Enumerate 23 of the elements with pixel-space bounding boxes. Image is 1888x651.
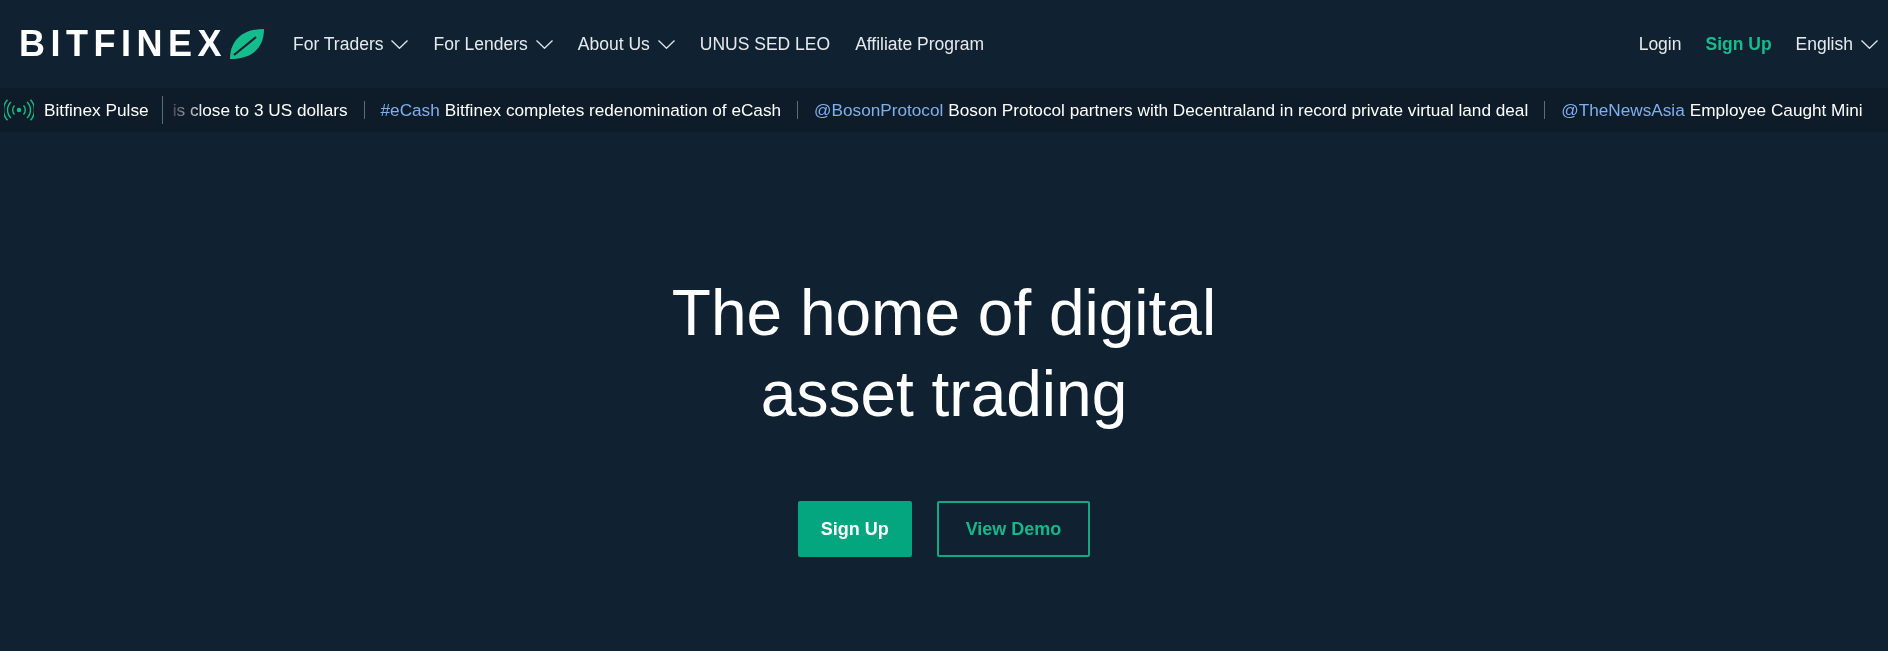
news-tag-link[interactable]: @TheNewsAsia bbox=[1561, 99, 1685, 121]
language-selector[interactable]: English bbox=[1795, 33, 1878, 55]
news-headline[interactable]: Employee Caught Mini bbox=[1689, 99, 1863, 121]
hero-title: asset trading bbox=[759, 357, 1129, 432]
hero-title: The home of digital bbox=[671, 276, 1217, 351]
logo-wordmark[interactable]: BITFINEX bbox=[19, 26, 227, 62]
login-link[interactable]: Login bbox=[1638, 33, 1682, 55]
news-headline[interactable]: Bitfinex completes redenomination of eCash bbox=[444, 99, 782, 121]
nav-link[interactable]: UNUS SED LEO bbox=[699, 33, 831, 55]
view-demo-button[interactable]: View Demo bbox=[936, 501, 1091, 557]
nav-link[interactable]: For Traders bbox=[293, 33, 409, 55]
ticker-title: Bitfinex Pulse bbox=[44, 99, 149, 121]
sign-up-link[interactable]: Sign Up bbox=[1705, 33, 1772, 55]
news-headline[interactable]: is close to 3 US dollars bbox=[172, 99, 348, 121]
leaf-icon bbox=[229, 28, 265, 60]
broadcast-signal-icon bbox=[4, 99, 34, 121]
news-tag-link[interactable]: #eCash bbox=[380, 99, 440, 121]
nav-link[interactable]: For Lenders bbox=[433, 33, 553, 55]
news-tag-link[interactable]: @BosonProtocol bbox=[814, 99, 944, 121]
nav-link[interactable]: About Us bbox=[577, 33, 675, 55]
chevron-down-icon bbox=[1861, 39, 1878, 49]
news-headline[interactable]: Boson Protocol partners with Decentraland in record private virtual land deal bbox=[948, 99, 1529, 121]
nav-link[interactable]: Affiliate Program bbox=[855, 33, 985, 55]
